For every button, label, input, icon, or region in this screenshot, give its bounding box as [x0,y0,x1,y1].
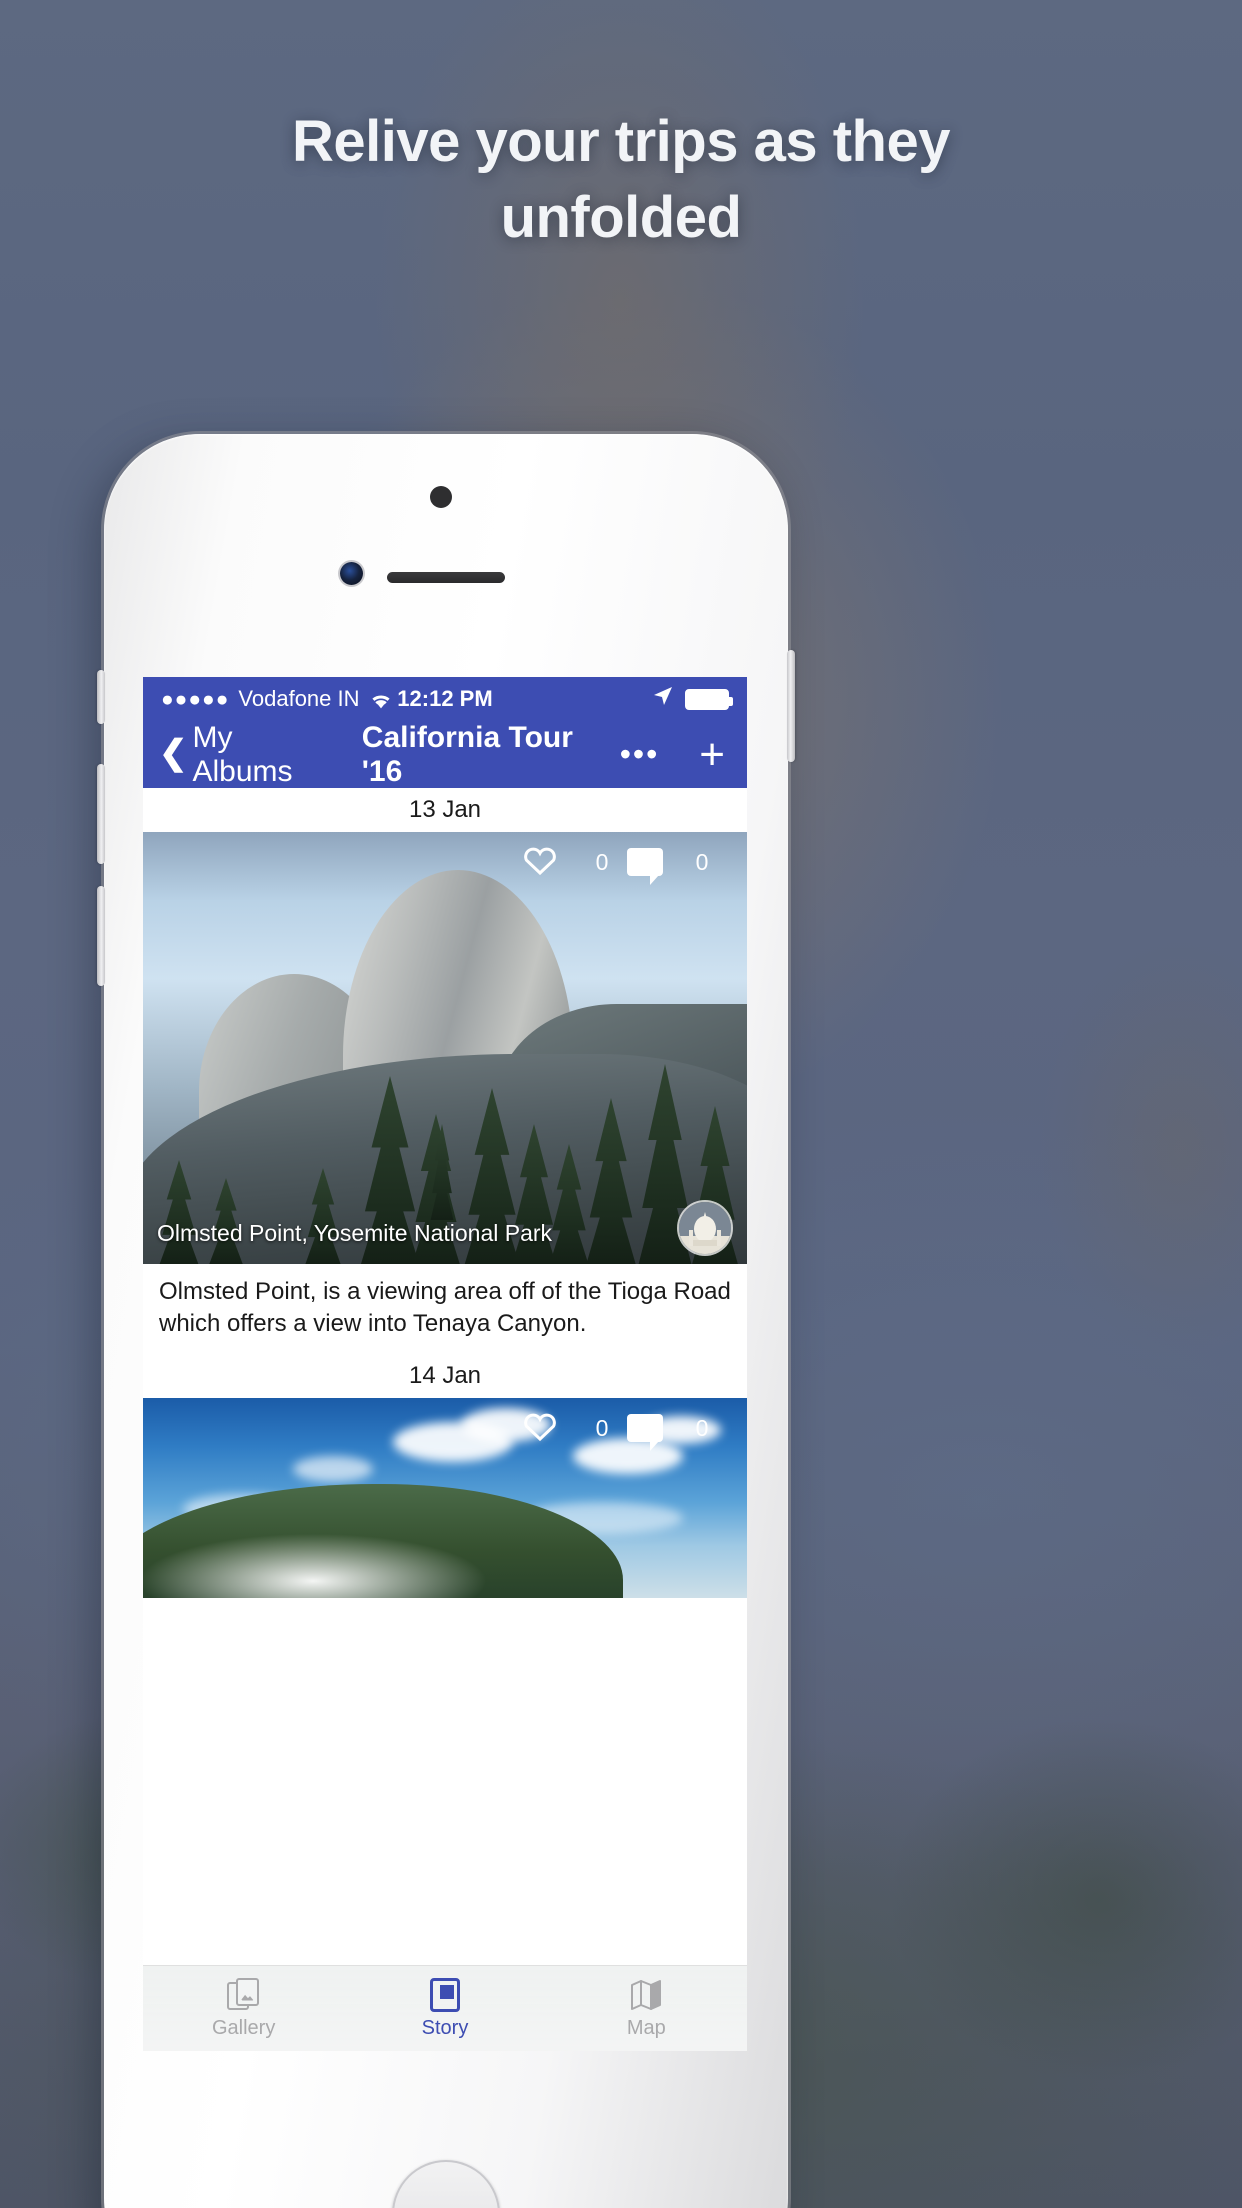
phone-device-frame: ●●●●● Vodafone IN 12:12 PM ❮ My Albums C… [97,430,795,2208]
photo-caption-bar: Olmsted Point, Yosemite National Park [143,1202,747,1264]
tab-gallery[interactable]: Gallery [143,1966,344,2051]
tab-gallery-label: Gallery [211,2016,276,2039]
comment-count: 0 [695,848,709,875]
signal-strength-icon: ●●●●● [161,687,230,711]
proximity-sensor [430,486,452,508]
home-button[interactable] [392,2160,500,2208]
photo-description: Olmsted Point, is a viewing area off of … [143,1264,747,1354]
photo-counters: 0 0 [521,1398,747,1458]
phone-screen: ●●●●● Vodafone IN 12:12 PM ❮ My Albums C… [143,677,747,2051]
add-photo-button[interactable]: + [699,732,725,776]
earpiece-speaker [387,572,505,583]
map-icon [630,1978,662,2012]
more-options-icon[interactable]: ••• [620,738,660,770]
navigation-bar: ❮ My Albums California Tour '16 ••• + [143,721,747,788]
back-button-label: My Albums [192,720,293,788]
page-title: California Tour '16 [361,720,573,788]
volume-up-button[interactable] [97,764,105,864]
comment-bubble-icon[interactable] [627,1414,663,1451]
like-count: 0 [595,848,609,875]
headline-line-1: Relive your trips as they [292,109,950,174]
back-button[interactable]: ❮ My Albums [159,721,338,789]
navigation-actions: ••• + [620,732,731,776]
comment-bubble-icon[interactable] [627,848,663,885]
status-bar: ●●●●● Vodafone IN 12:12 PM [143,677,747,721]
date-header: 13 Jan [143,788,747,832]
tab-story-label: Story [421,2016,469,2039]
photo-image-olmsted-point [143,832,747,1264]
photo-caption: Olmsted Point, Yosemite National Park [157,1219,553,1246]
gallery-icon [226,1977,261,2012]
location-arrow-icon [651,684,675,714]
story-photo-card[interactable]: 0 0 Olmsted Point, Yosemite National Par… [143,832,747,1264]
tab-map[interactable]: Map [546,1966,747,2051]
comment-count: 0 [695,1414,709,1441]
silent-switch[interactable] [97,670,105,724]
tab-bar: Gallery Story Map [143,1965,747,2051]
wifi-icon [369,690,393,709]
carrier-label: Vodafone IN [238,686,360,711]
heart-outline-icon[interactable] [521,1408,559,1448]
tab-story[interactable]: Story [344,1966,545,2051]
chevron-left-icon: ❮ [159,734,188,772]
front-camera [340,562,363,585]
marketing-headline: Relive your trips as they unfolded [0,104,1242,256]
story-icon [429,1977,460,2012]
headline-line-2: unfolded [500,185,742,250]
status-bar-right [651,684,733,714]
status-bar-left: ●●●●● Vodafone IN [161,686,393,712]
like-count: 0 [595,1414,609,1441]
heart-outline-icon[interactable] [521,842,559,882]
photo-counters: 0 0 [521,832,747,892]
volume-down-button[interactable] [97,886,105,986]
tab-map-label: Map [626,2016,666,2039]
battery-full-icon [685,688,733,710]
power-button[interactable] [787,650,795,762]
story-photo-card[interactable]: 0 0 [143,1398,747,1598]
user-avatar[interactable] [679,1202,731,1254]
date-header: 14 Jan [143,1354,747,1398]
